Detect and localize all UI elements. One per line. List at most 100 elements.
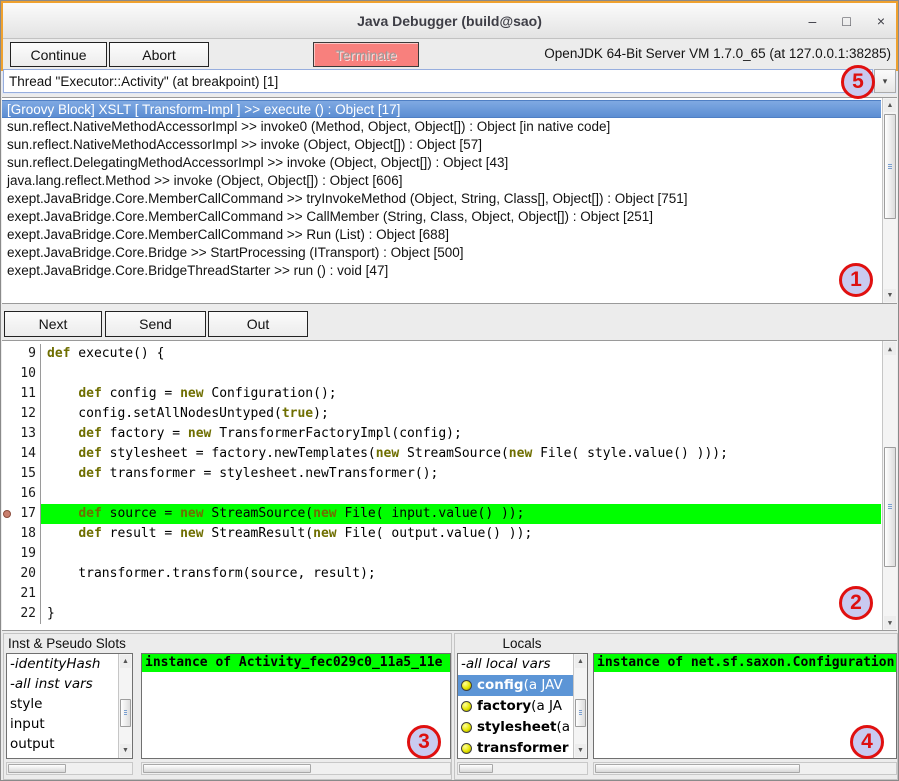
- terminate-button[interactable]: Terminate: [313, 42, 419, 67]
- stack-frame[interactable]: [Groovy Block] XSLT [ Transform-Impl ] >…: [2, 100, 881, 118]
- maximize-icon[interactable]: □: [842, 14, 850, 28]
- gutter-breakpoint-cell[interactable]: [2, 364, 12, 384]
- gutter-breakpoint-cell[interactable]: [2, 404, 12, 424]
- gutter-breakpoint-cell[interactable]: [2, 564, 12, 584]
- slots-value-view[interactable]: instance of Activity_fec029c0_11a5_11e: [141, 653, 451, 759]
- local-list-item[interactable]: stylesheet (a: [458, 717, 587, 738]
- code-line[interactable]: 21: [2, 584, 881, 604]
- local-list-item[interactable]: config (a JAV: [458, 675, 587, 696]
- gutter-breakpoint-cell[interactable]: [2, 444, 12, 464]
- gutter-breakpoint-cell[interactable]: [2, 604, 12, 624]
- stack-scrollbar-thumb[interactable]: [884, 114, 896, 219]
- local-item-type: (a JAV: [524, 675, 563, 696]
- gutter-breakpoint-cell[interactable]: [2, 484, 12, 504]
- breakpoint-icon[interactable]: [3, 510, 11, 518]
- code-line[interactable]: 9def execute() {: [2, 344, 881, 364]
- code-text: def factory = new TransformerFactoryImpl…: [40, 424, 881, 444]
- code-line[interactable]: 14 def stylesheet = factory.newTemplates…: [2, 444, 881, 464]
- stack-frame[interactable]: exept.JavaBridge.Core.BridgeThreadStarte…: [2, 262, 881, 280]
- slot-list-item[interactable]: input: [7, 714, 132, 734]
- locals-scrollbar-thumb[interactable]: [575, 699, 586, 727]
- locals-list: -all local varsconfig (a JAVfactory (a J…: [457, 653, 588, 759]
- line-number: 11: [12, 384, 36, 404]
- stack-frame[interactable]: java.lang.reflect.Method >> invoke (Obje…: [2, 172, 881, 190]
- line-number: 16: [12, 484, 36, 504]
- code-line[interactable]: 19: [2, 544, 881, 564]
- code-line[interactable]: 15 def transformer = stylesheet.newTrans…: [2, 464, 881, 484]
- gutter-breakpoint-cell[interactable]: [2, 524, 12, 544]
- slots-list-scrollbar[interactable]: ▲ ▼: [118, 654, 132, 758]
- scroll-up-icon[interactable]: ▲: [884, 99, 896, 112]
- annotation-circle-3: 3: [407, 725, 441, 759]
- local-list-item[interactable]: transformer: [458, 738, 587, 759]
- hscroll-thumb[interactable]: [143, 764, 311, 773]
- scroll-up-icon[interactable]: ▲: [120, 655, 131, 668]
- hscroll-thumb[interactable]: [8, 764, 66, 773]
- locals-value-hscrollbar[interactable]: [593, 762, 897, 775]
- stack-frame[interactable]: sun.reflect.NativeMethodAccessorImpl >> …: [2, 136, 881, 154]
- gutter-breakpoint-cell[interactable]: [2, 544, 12, 564]
- hscroll-thumb[interactable]: [595, 764, 800, 773]
- code-line[interactable]: 12 config.setAllNodesUntyped(true);: [2, 404, 881, 424]
- code-text: def execute() {: [40, 344, 881, 364]
- minimize-icon[interactable]: –: [809, 14, 817, 28]
- locals-list-hscrollbar[interactable]: [457, 762, 588, 775]
- code-text: def transformer = stylesheet.newTransfor…: [40, 464, 881, 484]
- code-line[interactable]: 10: [2, 364, 881, 384]
- thread-combobox[interactable]: Thread "Executor::Activity" (at breakpoi…: [3, 69, 873, 93]
- slots-value-hscrollbar[interactable]: [141, 762, 451, 775]
- slots-list-hscrollbar[interactable]: [6, 762, 133, 775]
- stack-frame[interactable]: sun.reflect.DelegatingMethodAccessorImpl…: [2, 154, 881, 172]
- stack-scrollbar[interactable]: ▲ ▼: [882, 98, 897, 303]
- scroll-up-icon[interactable]: ▲: [884, 342, 896, 355]
- slot-list-item[interactable]: -all inst vars: [7, 674, 132, 694]
- stack-frame[interactable]: exept.JavaBridge.Core.Bridge >> StartPro…: [2, 244, 881, 262]
- stack-frame[interactable]: exept.JavaBridge.Core.MemberCallCommand …: [2, 226, 881, 244]
- slot-list-item[interactable]: output: [7, 734, 132, 754]
- code-line[interactable]: 11 def config = new Configuration();: [2, 384, 881, 404]
- local-list-item[interactable]: -all local vars: [458, 654, 587, 675]
- code-line[interactable]: 16: [2, 484, 881, 504]
- continue-button[interactable]: Continue: [10, 42, 107, 67]
- scroll-down-icon[interactable]: ▼: [884, 616, 896, 629]
- gutter-breakpoint-cell[interactable]: [2, 384, 12, 404]
- thread-combobox-value: Thread "Executor::Activity" (at breakpoi…: [9, 74, 278, 89]
- code-line[interactable]: 13 def factory = new TransformerFactoryI…: [2, 424, 881, 444]
- gutter-breakpoint-cell[interactable]: [2, 504, 12, 524]
- close-icon[interactable]: ×: [877, 14, 885, 28]
- inst-pseudo-slots-label: Inst & Pseudo Slots: [8, 636, 126, 651]
- hscroll-thumb[interactable]: [459, 764, 493, 773]
- slots-scrollbar-thumb[interactable]: [120, 699, 131, 727]
- titlebar[interactable]: Java Debugger (build@sao) – □ ×: [2, 3, 897, 39]
- code-line[interactable]: 20 transformer.transform(source, result)…: [2, 564, 881, 584]
- out-button[interactable]: Out: [208, 311, 308, 337]
- stack-frame[interactable]: sun.reflect.NativeMethodAccessorImpl >> …: [2, 118, 881, 136]
- code-text: [40, 544, 881, 564]
- next-button[interactable]: Next: [4, 311, 102, 337]
- gutter-breakpoint-cell[interactable]: [2, 424, 12, 444]
- code-line[interactable]: 18 def result = new StreamResult(new Fil…: [2, 524, 881, 544]
- scroll-down-icon[interactable]: ▼: [884, 289, 896, 302]
- gutter-breakpoint-cell[interactable]: [2, 344, 12, 364]
- stack-frame[interactable]: exept.JavaBridge.Core.MemberCallCommand …: [2, 208, 881, 226]
- code-scrollbar[interactable]: ▲ ▼: [882, 341, 897, 630]
- locals-list-scrollbar[interactable]: ▲ ▼: [573, 654, 587, 758]
- scroll-down-icon[interactable]: ▼: [575, 744, 586, 757]
- code-line[interactable]: 17 def source = new StreamSource(new Fil…: [2, 504, 881, 524]
- scroll-up-icon[interactable]: ▲: [575, 655, 586, 668]
- gutter-breakpoint-cell[interactable]: [2, 584, 12, 604]
- local-list-item[interactable]: factory (a JA: [458, 696, 587, 717]
- window-accent-border: [1, 1, 898, 3]
- code-editor-panel[interactable]: 9def execute() {10 11 def config = new C…: [2, 340, 897, 631]
- gutter-breakpoint-cell[interactable]: [2, 464, 12, 484]
- toolbar: Continue Abort Terminate OpenJDK 64-Bit …: [2, 41, 897, 68]
- scroll-down-icon[interactable]: ▼: [120, 744, 131, 757]
- code-scrollbar-thumb[interactable]: [884, 447, 896, 567]
- code-line[interactable]: 22}: [2, 604, 881, 624]
- stack-frame[interactable]: exept.JavaBridge.Core.MemberCallCommand …: [2, 190, 881, 208]
- abort-button[interactable]: Abort: [109, 42, 209, 67]
- slot-list-item[interactable]: style: [7, 694, 132, 714]
- slot-list-item[interactable]: -identityHash: [7, 654, 132, 674]
- send-button[interactable]: Send: [105, 311, 206, 337]
- thread-dropdown-button[interactable]: ▾: [874, 69, 896, 93]
